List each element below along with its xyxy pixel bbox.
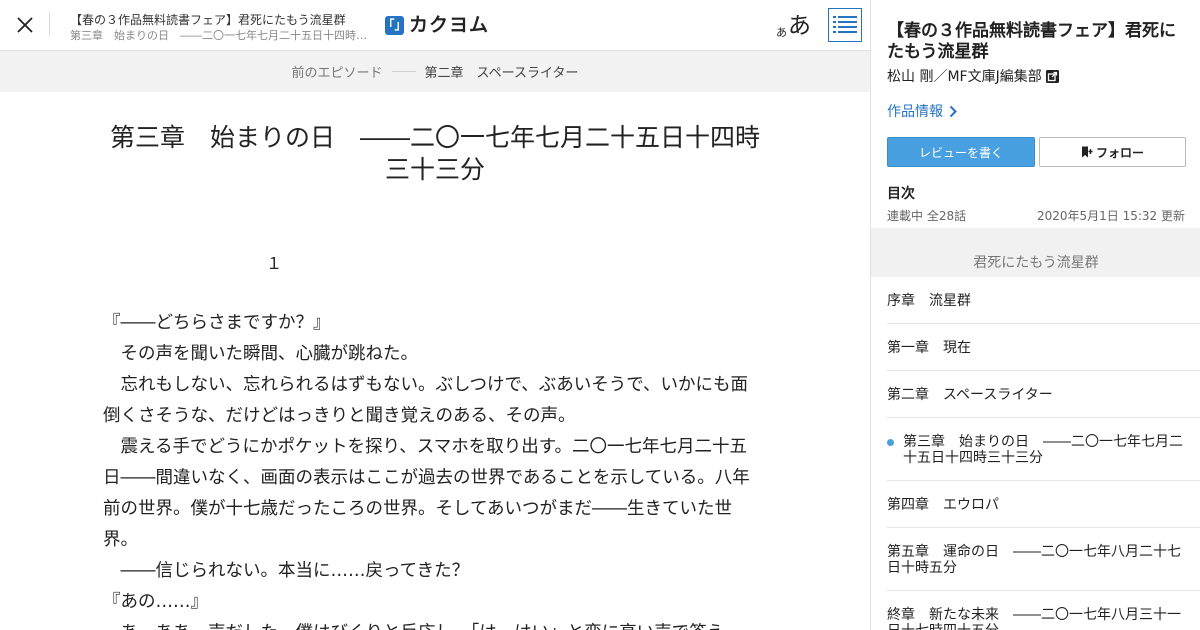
paragraph: 忘れもしない、忘れられるはずもない。ぶしつけで、ぶあいそうで、いかにも面倒くさそ… [103,375,749,426]
work-info-link[interactable]: 作品情報 [887,101,957,121]
author-name: 松山 剛／MF文庫J編集部 [887,69,1042,85]
reader-main: 【春の３作品無料読書フェア】君死にたもう流星群 第三章 始まりの日 ――二〇一七… [0,0,870,630]
list-icon [833,16,857,33]
follow-label: フォロー [1095,145,1144,160]
toc-heading: 目次 [887,186,915,202]
top-bar: 【春の３作品無料読書フェア】君死にたもう流星群 第三章 始まりの日 ――二〇一七… [0,0,870,51]
toc-area: 君死にたもう流星群 序章 流星群 第一章 現在 第二章 スペースライター 第三章… [871,228,1200,630]
author-link[interactable]: 松山 剛／MF文庫J編集部 [887,66,1059,86]
follow-button[interactable]: フォロー [1039,137,1186,167]
toc-list: 序章 流星群 第一章 現在 第二章 スペースライター 第三章 始まりの日 ――二… [887,277,1200,630]
prev-divider-line [391,71,416,72]
bookmark-plus-icon [1081,146,1093,158]
close-button[interactable] [10,10,40,40]
toc-item-label: 第二章 スペースライター [887,387,1053,403]
episode-title: 第三章 始まりの日 ――二〇一七年七月二十五日十四時三十三分 [70,29,375,42]
toc-item-label: 第三章 始まりの日 ――二〇一七年七月二十五日十四時三十三分 [903,434,1183,466]
toc-item-current[interactable]: 第三章 始まりの日 ――二〇一七年七月二十五日十四時三十三分 [887,418,1200,481]
close-icon [17,17,33,33]
work-title-link[interactable]: 【春の３作品無料読書フェア】君死にたもう流星群 [70,11,370,28]
toc-item-label: 序章 流星群 [887,293,971,309]
external-link-icon [1045,69,1059,83]
current-episode-indicator [887,439,894,446]
logo-mark: 「」 [383,15,407,35]
logo-text: カクヨム [409,14,490,36]
serial-status: 連載中 全28話 [887,209,967,223]
toc-item-label: 第五章 運命の日 ――二〇一七年八月二十七日十時五分 [887,544,1181,576]
toc-item[interactable]: 第二章 スペースライター [887,371,1200,418]
toc-item-label: 第一章 現在 [887,340,971,356]
toc-item[interactable]: 終章 新たな未来 ――二〇一七年八月三十一日十七時四十五分 [887,591,1200,630]
paragraph: ――信じられない。本当に……戻ってきた？ [103,561,470,581]
toc-item[interactable]: 第一章 現在 [887,324,1200,371]
paragraph: 震える手でどうにかポケットを探り、スマホを取り出す。二〇一七年七月二十五日――間… [103,437,750,550]
toc-item[interactable]: 序章 流星群 [887,277,1200,324]
paragraph: 『あの……』 [103,592,208,612]
write-review-button[interactable]: レビューを書く [887,137,1035,167]
toc-work-header: 君死にたもう流星群 [871,228,1200,277]
paragraph: 『――どちらさまですか？』 [103,313,331,333]
toc-item[interactable]: 第五章 運命の日 ――二〇一七年八月二十七日十時五分 [887,528,1200,591]
toc-toggle-button[interactable] [828,8,862,42]
last-updated: 2020年5月1日 15:32 更新 [1036,209,1185,223]
font-size-large-glyph: あ [788,13,811,39]
toc-sidebar: 【春の３作品無料読書フェア】君死にたもう流星群 松山 剛／MF文庫J編集部 作品… [870,0,1200,630]
previous-episode-link[interactable]: 前のエピソード [292,62,383,81]
work-info-label: 作品情報 [887,104,943,120]
toc-item-label: 終章 新たな未来 ――二〇一七年八月三十一日十七時四十五分 [887,607,1181,630]
sidebar-work-title[interactable]: 【春の３作品無料読書フェア】君死にたもう流星群 [887,21,1187,63]
font-size-button[interactable]: あ あ [776,10,811,40]
toc-item-label: 第四章 エウロパ [887,497,999,513]
kakuyomu-logo[interactable]: 「」 カクヨム [383,14,490,36]
chevron-right-icon [949,105,957,118]
paragraph: その声を聞いた瞬間、心臓が跳ねた。 [103,344,418,364]
font-size-small-glyph: あ [776,26,787,39]
previous-episode-bar: 前のエピソード 第二章 スペースライター [0,51,870,92]
section-number: １ [266,254,283,273]
toc-item[interactable]: 第四章 エウロパ [887,481,1200,528]
paragraph: あ、ああ、声だした。僕はびくりと反応し、「は、はい」と変に高い声で答え [103,618,763,630]
chapter-heading: 第三章 始まりの日 ――二〇一七年七月二十五日十四時三十三分 [109,123,760,184]
previous-episode-title[interactable]: 第二章 スペースライター [425,62,579,81]
divider [49,12,50,36]
episode-body: 『――どちらさまですか？』 その声を聞いた瞬間、心臓が跳ねた。 忘れもしない、忘… [103,308,763,630]
